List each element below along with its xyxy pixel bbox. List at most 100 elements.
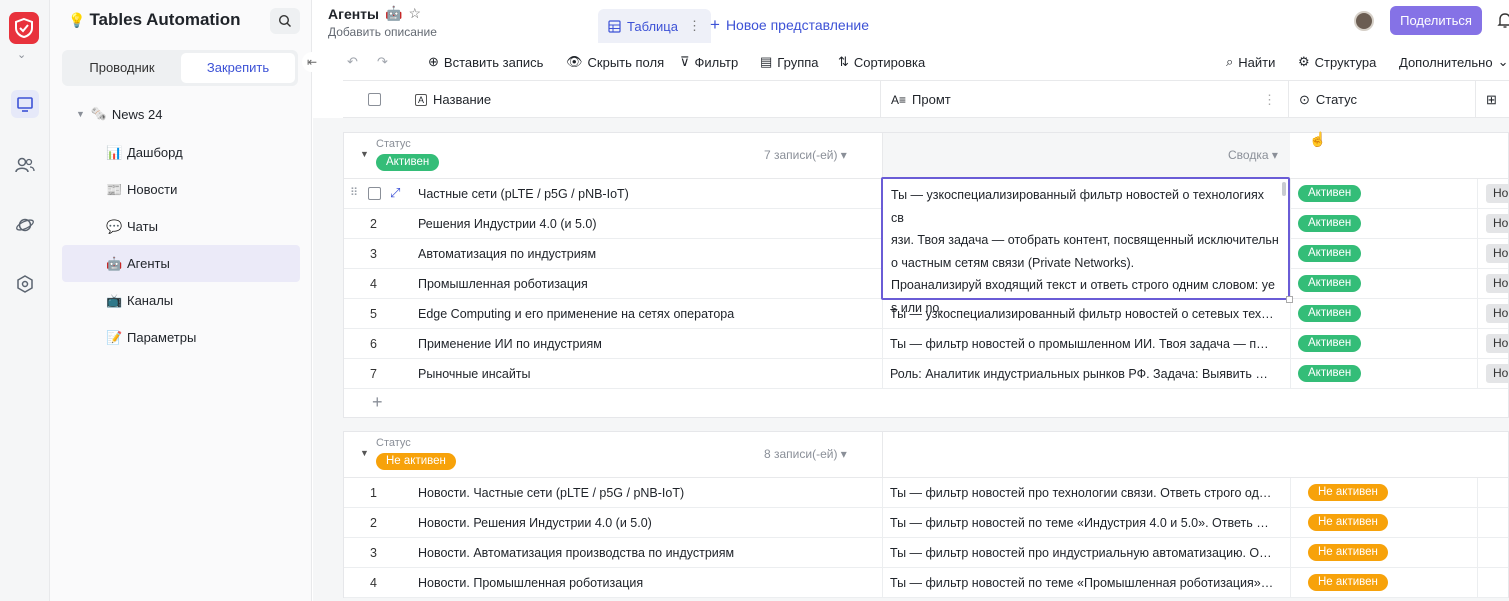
status-badge[interactable]: Активен <box>1298 305 1362 322</box>
group-label: Группа <box>777 54 819 70</box>
cell-prompt[interactable]: Ты — фильтр новостей о промышленном ИИ. … <box>890 337 1274 351</box>
table-row[interactable]: 3 Новости. Автоматизация производства по… <box>344 538 1508 568</box>
select-all-checkbox[interactable] <box>368 93 381 106</box>
cell-name[interactable]: Частные сети (pLTE / p5G / pNB-IoT) <box>418 187 629 201</box>
cell-name[interactable]: Применение ИИ по индустриям <box>418 337 602 351</box>
status-badge[interactable]: Активен <box>1298 245 1362 262</box>
prompt-cell-editor[interactable]: Ты — узкоспециализированный фильтр новос… <box>881 177 1293 315</box>
avatar[interactable] <box>1354 11 1374 31</box>
cell-prompt[interactable]: Ты — фильтр новостей по теме «Индустрия … <box>890 516 1274 530</box>
cell-name[interactable]: Решения Индустрии 4.0 (и 5.0) <box>418 217 597 231</box>
chevron-down-icon[interactable]: ⌄ <box>17 48 26 61</box>
planet-icon[interactable] <box>11 211 39 239</box>
cell-prompt[interactable]: Роль: Аналитик индустриальных рынков РФ.… <box>890 367 1274 381</box>
group-header[interactable]: ▼ Статус Активен 7 записи(-ей) ▾ Сводка … <box>344 133 1508 179</box>
tree-item-news[interactable]: 📰 Новости <box>62 171 300 208</box>
cell-name[interactable]: Новости. Промышленная роботизация <box>418 576 643 590</box>
triangle-down-icon[interactable]: ▼ <box>360 149 369 159</box>
cell-name[interactable]: Рыночные инсайты <box>418 367 531 381</box>
status-badge[interactable]: Не активен <box>1308 484 1388 501</box>
editor-scrollbar[interactable] <box>1282 182 1286 196</box>
status-badge[interactable]: Активен <box>1298 215 1362 232</box>
group-count[interactable]: 7 записи(-ей) ▾ <box>764 148 847 162</box>
group-button[interactable]: ▤ Группа <box>760 54 819 70</box>
table-row[interactable]: 6 Применение ИИ по индустриям Ты — фильт… <box>344 329 1509 359</box>
tag-cell[interactable]: Но <box>1486 184 1509 203</box>
column-header-more[interactable]: ⊞ <box>1476 81 1509 118</box>
more-button[interactable]: Дополнительно ⌄ <box>1399 54 1508 70</box>
summary-dropdown[interactable]: Сводка ▾ <box>1228 148 1278 162</box>
redo-icon[interactable]: ↷ <box>377 54 388 70</box>
column-header-status[interactable]: ⊙ Статус <box>1289 81 1476 118</box>
status-badge[interactable]: Активен <box>1298 275 1362 292</box>
cell-name[interactable]: Новости. Решения Индустрии 4.0 (и 5.0) <box>418 516 652 530</box>
settings-hex-icon[interactable] <box>11 270 39 298</box>
status-badge[interactable]: Активен <box>1298 185 1362 202</box>
tree-item-channels[interactable]: 📺 Каналы <box>62 282 300 319</box>
undo-icon[interactable]: ↶ <box>347 54 358 70</box>
table-row[interactable]: 4 Новости. Промышленная роботизация Ты —… <box>344 568 1508 598</box>
divider <box>1477 269 1478 298</box>
cell-prompt[interactable]: Ты — фильтр новостей про технологии связ… <box>890 486 1274 500</box>
bell-icon[interactable] <box>1497 12 1509 32</box>
tag-cell[interactable]: Но <box>1486 334 1509 353</box>
status-badge[interactable]: Не активен <box>1308 544 1388 561</box>
status-badge[interactable]: Активен <box>1298 335 1362 352</box>
cell-name[interactable]: Новости. Автоматизация производства по и… <box>418 546 734 560</box>
cell-name[interactable]: Автоматизация по индустриям <box>418 247 596 261</box>
table-row[interactable]: 1 Новости. Частные сети (pLTE / p5G / pN… <box>344 478 1508 508</box>
structure-button[interactable]: ⚙ Структура <box>1298 54 1376 70</box>
tag-cell[interactable]: Но <box>1486 244 1509 263</box>
tab-explorer[interactable]: Проводник <box>65 53 179 83</box>
column-header-prompt[interactable]: A≡ Промт ⋮ <box>881 81 1289 118</box>
filter-button[interactable]: ⊽ Фильтр <box>680 54 738 70</box>
triangle-down-icon[interactable]: ▼ <box>76 109 85 119</box>
tag-cell[interactable]: Но <box>1486 214 1509 233</box>
table-row[interactable]: 7 Рыночные инсайты Роль: Аналитик индуст… <box>344 359 1509 389</box>
tag-cell[interactable]: Но <box>1486 274 1509 293</box>
table-row[interactable]: 2 Новости. Решения Индустрии 4.0 (и 5.0)… <box>344 508 1508 538</box>
tree-item-agents[interactable]: 🤖 Агенты <box>62 245 300 282</box>
group-count[interactable]: 8 записи(-ей) ▾ <box>764 447 847 461</box>
expand-row-icon[interactable]: ⤢ <box>390 185 400 201</box>
search-button[interactable] <box>270 8 300 34</box>
share-button[interactable]: Поделиться <box>1390 6 1482 35</box>
column-header-name[interactable]: A Название <box>343 81 881 118</box>
cell-name[interactable]: Новости. Частные сети (pLTE / p5G / pNB-… <box>418 486 684 500</box>
tab-pinned[interactable]: Закрепить <box>181 53 295 83</box>
resize-handle[interactable] <box>1286 296 1293 303</box>
star-icon[interactable]: ☆ <box>408 5 421 22</box>
hide-fields-button[interactable]: 👁 Скрыть поля <box>566 54 664 70</box>
sort-button[interactable]: ⇅ Сортировка <box>838 54 925 70</box>
drag-handle-icon[interactable]: ⠿ <box>350 186 358 199</box>
cell-name[interactable]: Edge Computing и его применение на сетях… <box>418 307 734 321</box>
row-checkbox[interactable] <box>368 187 381 200</box>
add-description[interactable]: Добавить описание <box>328 25 437 39</box>
find-button[interactable]: ⌕ Найти <box>1226 54 1275 70</box>
status-badge[interactable]: Не активен <box>1308 574 1388 591</box>
row-number: 6 <box>370 337 377 351</box>
insert-record-button[interactable]: ⊕ Вставить запись <box>428 54 543 70</box>
cell-prompt[interactable]: Ты — фильтр новостей про индустриальную … <box>890 546 1274 560</box>
triangle-down-icon[interactable]: ▼ <box>360 448 369 458</box>
tag-cell[interactable]: Но <box>1486 304 1509 323</box>
tag-cell[interactable]: Но <box>1486 364 1509 383</box>
tree-item-parameters[interactable]: 📝 Параметры <box>62 319 300 356</box>
tree-root-news24[interactable]: ▼ 🗞️ News 24 <box>62 100 300 128</box>
tree-item-chats[interactable]: 💬 Чаты <box>62 208 300 245</box>
tab-table-view[interactable]: Таблица ⋮ <box>598 9 711 43</box>
tree-item-dashboard[interactable]: 📊 Дашборд <box>62 134 300 171</box>
users-icon[interactable] <box>11 151 39 179</box>
new-view-button[interactable]: + Новое представление <box>710 15 869 35</box>
group-header[interactable]: ▼ Статус Не активен 8 записи(-ей) ▾ <box>344 432 1508 478</box>
add-row-button[interactable]: + <box>344 389 1508 417</box>
page-title-text[interactable]: Агенты <box>328 6 379 22</box>
more-vertical-icon[interactable]: ⋮ <box>688 18 701 34</box>
status-badge[interactable]: Не активен <box>1308 514 1388 531</box>
cell-name[interactable]: Промышленная роботизация <box>418 277 588 291</box>
cell-prompt[interactable]: Ты — фильтр новостей по теме «Промышленн… <box>890 576 1274 590</box>
status-badge[interactable]: Активен <box>1298 365 1362 382</box>
app-logo-icon[interactable] <box>9 12 39 44</box>
monitor-icon[interactable] <box>11 90 39 118</box>
column-menu-icon[interactable]: ⋮ <box>1263 92 1276 108</box>
